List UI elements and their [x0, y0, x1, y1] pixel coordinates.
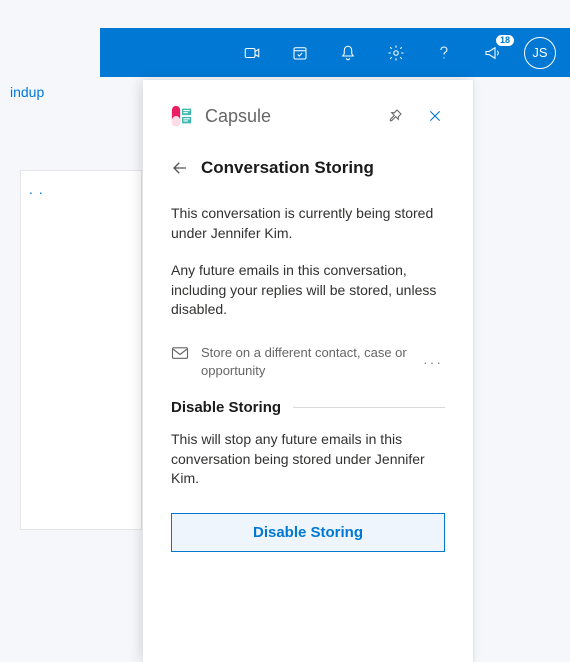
truncated-item-label[interactable]: indup [0, 84, 98, 100]
store-alternative-row: Store on a different contact, case or op… [171, 338, 445, 399]
notification-badge: 18 [496, 35, 514, 46]
todo-icon[interactable] [280, 33, 320, 73]
capsule-addin-panel: Capsule Conversation Storing This conver… [143, 80, 473, 662]
divider [293, 407, 445, 408]
pin-button[interactable] [381, 102, 409, 130]
panel-header: Capsule [143, 80, 473, 140]
panel-app-title: Capsule [205, 106, 369, 127]
mail-icon [171, 346, 189, 365]
announce-icon[interactable]: 18 [472, 33, 512, 73]
close-button[interactable] [421, 102, 449, 130]
meet-now-icon[interactable] [232, 33, 272, 73]
help-icon[interactable] [424, 33, 464, 73]
store-alternative-link[interactable]: Store on a different contact, case or op… [201, 344, 409, 379]
settings-icon[interactable] [376, 33, 416, 73]
disable-storing-button[interactable]: Disable Storing [171, 513, 445, 552]
user-avatar[interactable]: JS [524, 37, 556, 69]
reading-pane-card: . . [20, 170, 142, 530]
section-heading: Conversation Storing [201, 158, 374, 178]
overflow-dots[interactable]: . . [29, 181, 44, 197]
notifications-icon[interactable] [328, 33, 368, 73]
capsule-logo-icon [171, 105, 193, 127]
storing-detail-text: Any future emails in this conversation, … [171, 261, 445, 320]
outlook-top-bar: 18 JS [100, 28, 570, 77]
panel-body: Conversation Storing This conversation i… [143, 140, 473, 572]
more-options-icon[interactable]: ··· [421, 354, 445, 370]
disable-heading: Disable Storing [171, 399, 281, 416]
disable-description: This will stop any future emails in this… [171, 430, 445, 489]
disable-heading-row: Disable Storing [171, 399, 445, 416]
back-arrow-icon[interactable] [171, 159, 189, 177]
storing-status-text: This conversation is currently being sto… [171, 204, 445, 243]
